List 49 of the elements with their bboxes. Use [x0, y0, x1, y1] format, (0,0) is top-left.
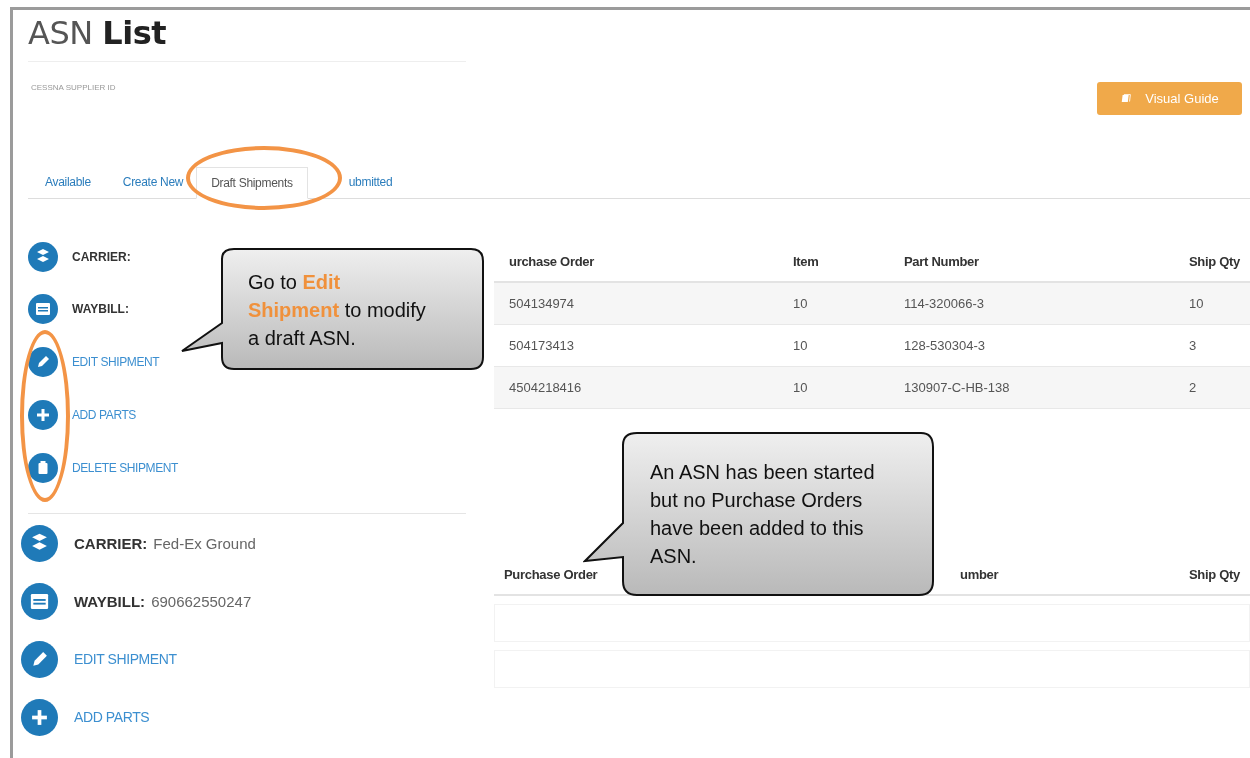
table-cell-text: 10	[792, 338, 809, 353]
carrier-value: Fed-Ex Ground	[153, 534, 256, 552]
column-header: Ship Qty	[1188, 566, 1242, 582]
table-cell-text: 504134974	[508, 296, 576, 311]
waybill-label: WAYBILL:	[72, 302, 129, 316]
action-link[interactable]: DELETE SHIPMENT	[72, 460, 179, 475]
pencil-circle-icon	[28, 346, 58, 377]
action-link[interactable]: ADD PARTS	[72, 407, 136, 422]
tab[interactable]: ubmitted	[331, 167, 408, 198]
column-header: urchase Order	[508, 253, 595, 269]
supplier-id-label: CESSNA SUPPLIER ID	[30, 82, 116, 92]
tab[interactable]: Create New	[105, 167, 197, 198]
visual-guide-button[interactable]: Visual Guide	[1097, 82, 1242, 115]
table-cell-text: 128-530304-3	[903, 338, 986, 353]
trash-circle-icon	[28, 452, 58, 483]
callout-text: Go to Edit Shipment to modify a draft ASN.	[248, 270, 427, 351]
column-header: Ship Qty	[1188, 253, 1242, 269]
waybill-label: WAYBILL:	[74, 592, 146, 610]
table-cell-text: 130907-C-HB-138	[903, 380, 1011, 395]
box-circle-icon	[28, 242, 58, 272]
carrier-label: CARRIER:	[74, 534, 148, 552]
card-circle-icon	[21, 582, 58, 620]
table-cell-text: 3	[1188, 338, 1198, 353]
card-circle-icon	[28, 294, 58, 324]
waybill-value: 690662550247	[151, 592, 252, 610]
column-header: umber	[959, 566, 1000, 582]
column-header: Purchase Order	[503, 566, 599, 582]
box-circle-icon	[21, 524, 58, 562]
table-cell-text: 2	[1188, 380, 1198, 395]
column-header: Part Number	[903, 253, 980, 269]
book-icon	[1120, 92, 1134, 105]
table-cell-text: 114-320066-3	[903, 296, 985, 311]
action-link[interactable]: EDIT SHIPMENT	[74, 651, 177, 667]
table-cell-text: 4504218416	[508, 380, 583, 395]
table-cell-text: 10	[792, 380, 809, 395]
page-title: ASN List	[28, 10, 466, 62]
plus-circle-icon	[21, 698, 58, 736]
plus-circle-icon	[28, 399, 58, 430]
carrier-label: CARRIER:	[72, 250, 131, 264]
table-cell-text: 10	[1188, 296, 1205, 311]
table-cell-text: 10	[792, 296, 809, 311]
tab[interactable]: Draft Shipments	[196, 167, 308, 199]
column-header: Item	[792, 253, 820, 269]
callout-text: An ASN has been started but no Purchase Orders have been added to this ASN.	[650, 460, 876, 569]
pencil-circle-icon	[21, 640, 58, 678]
table-cell-text: 504173413	[508, 338, 576, 353]
tab[interactable]: Available	[28, 167, 106, 198]
action-link[interactable]: EDIT SHIPMENT	[72, 354, 160, 369]
action-link[interactable]: ADD PARTS	[74, 709, 150, 725]
